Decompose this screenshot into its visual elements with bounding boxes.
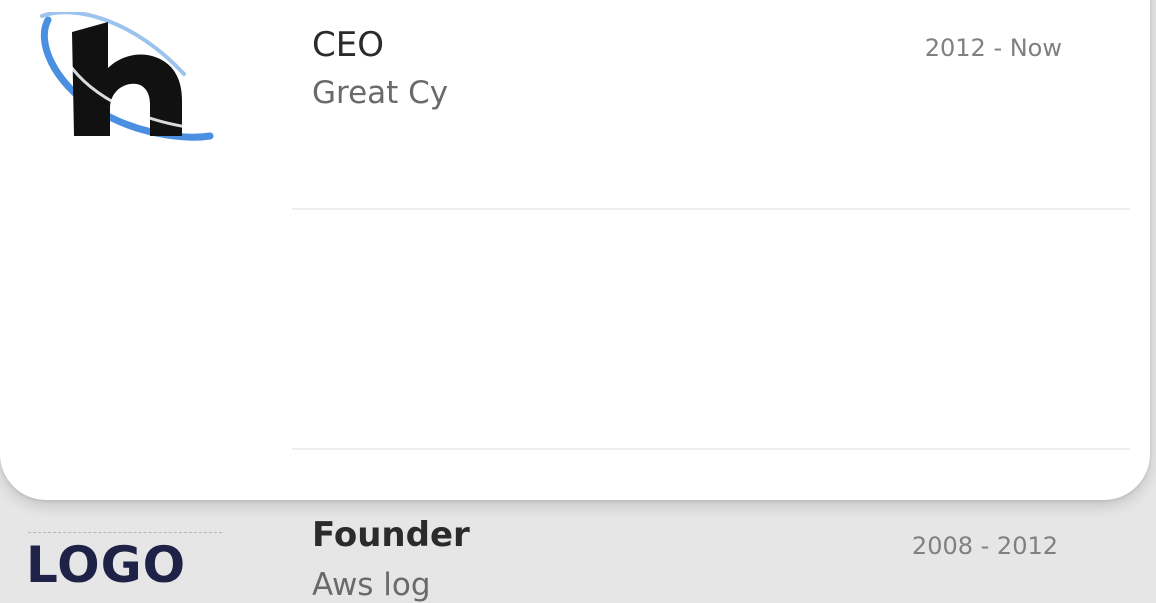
date-range: 2008 - 2012 xyxy=(911,532,1058,560)
job-title: Founder xyxy=(312,515,470,555)
logo-wordmark-icon: LOGO xyxy=(26,532,222,594)
logo-tagline-decoration xyxy=(28,532,222,535)
date-range: 2012 - Now xyxy=(924,34,1062,62)
job-title: CEO xyxy=(312,25,384,65)
h-letter-swoosh-logo-icon xyxy=(34,10,224,148)
experience-item[interactable]: CEO Great Cy 2012 - Now xyxy=(0,0,1130,210)
experience-card: CEO Great Cy 2012 - Now LOGO Founder Aws… xyxy=(0,0,1150,601)
logo-word: LOGO xyxy=(26,536,187,594)
experience-item[interactable]: LOGO Founder Aws log 2008 - 2012 xyxy=(0,210,1130,601)
company-name: Aws log xyxy=(312,567,431,603)
company-name: Great Cy xyxy=(312,75,449,111)
divider xyxy=(292,448,1130,450)
